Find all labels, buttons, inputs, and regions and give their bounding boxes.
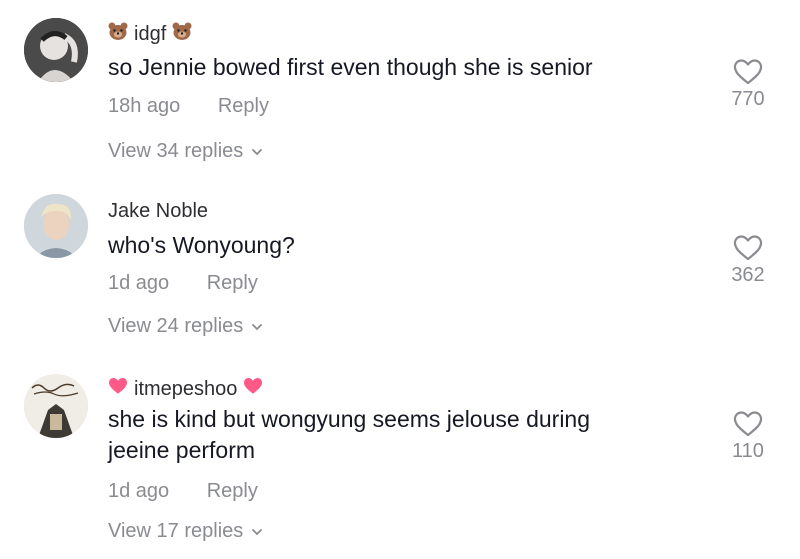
username-label: idgf bbox=[134, 22, 167, 45]
comment-item: idgf so Jennie bowed first even though s… bbox=[0, 0, 800, 180]
profile-photo-icon bbox=[24, 194, 88, 258]
like-count: 110 bbox=[732, 440, 764, 462]
heart-icon[interactable] bbox=[733, 58, 763, 86]
view-replies-label: View 24 replies bbox=[108, 315, 244, 337]
heart-icon[interactable] bbox=[733, 234, 763, 262]
avatar[interactable] bbox=[24, 18, 88, 82]
comment-username[interactable]: idgf bbox=[108, 22, 192, 46]
username-label: itmepeshoo bbox=[134, 377, 238, 400]
view-replies-button[interactable]: View 17 replies bbox=[108, 520, 263, 543]
comment-text: so Jennie bowed first even though she is… bbox=[108, 54, 593, 80]
comment-item: Jake Noble who's Wonyoung? 1d ago Reply … bbox=[0, 180, 800, 360]
like-count: 362 bbox=[731, 264, 765, 286]
profile-photo-icon bbox=[24, 18, 88, 82]
reply-button[interactable]: Reply bbox=[207, 272, 258, 294]
like-control: 110 bbox=[718, 410, 778, 463]
like-control: 770 bbox=[718, 58, 778, 111]
pink-heart-emoji-icon bbox=[108, 377, 128, 401]
chevron-down-icon bbox=[252, 323, 263, 330]
comment-text: who's Wonyoung? bbox=[108, 232, 295, 258]
pink-heart-emoji-icon bbox=[243, 377, 263, 401]
comment-time: 1d ago bbox=[108, 480, 170, 502]
avatar[interactable] bbox=[24, 374, 88, 438]
like-control: 362 bbox=[718, 234, 778, 287]
comment-time: 18h ago bbox=[108, 95, 181, 117]
chevron-down-icon bbox=[252, 528, 263, 535]
arabic-calligraphy-photo-icon bbox=[24, 374, 88, 438]
view-replies-button[interactable]: View 34 replies bbox=[108, 140, 263, 163]
comment-text-line: jeeine perform bbox=[108, 437, 256, 463]
heart-icon[interactable] bbox=[733, 410, 763, 438]
comment-meta: 1d ago Reply bbox=[108, 272, 258, 295]
reply-button[interactable]: Reply bbox=[207, 480, 258, 502]
comment-username[interactable]: Jake Noble bbox=[108, 200, 208, 223]
chevron-down-icon bbox=[252, 148, 263, 155]
bear-emoji-icon bbox=[108, 22, 128, 46]
view-replies-label: View 34 replies bbox=[108, 140, 244, 162]
comment-time: 1d ago bbox=[108, 272, 170, 294]
username-label: Jake Noble bbox=[108, 200, 209, 222]
avatar[interactable] bbox=[24, 194, 88, 258]
like-count: 770 bbox=[731, 88, 765, 110]
comment-text: she is kind but wongyung seems jelouse d… bbox=[108, 404, 590, 466]
view-replies-label: View 17 replies bbox=[108, 520, 244, 542]
comment-meta: 1d ago Reply bbox=[108, 480, 258, 503]
bear-emoji-icon bbox=[172, 22, 192, 46]
reply-button[interactable]: Reply bbox=[218, 95, 269, 117]
comment-item: itmepeshoo she is kind but wongyung seem… bbox=[0, 360, 800, 559]
comment-username[interactable]: itmepeshoo bbox=[108, 377, 263, 401]
view-replies-button[interactable]: View 24 replies bbox=[108, 315, 263, 338]
comment-meta: 18h ago Reply bbox=[108, 95, 269, 118]
comment-text-line: she is kind but wongyung seems jelouse d… bbox=[108, 406, 591, 432]
